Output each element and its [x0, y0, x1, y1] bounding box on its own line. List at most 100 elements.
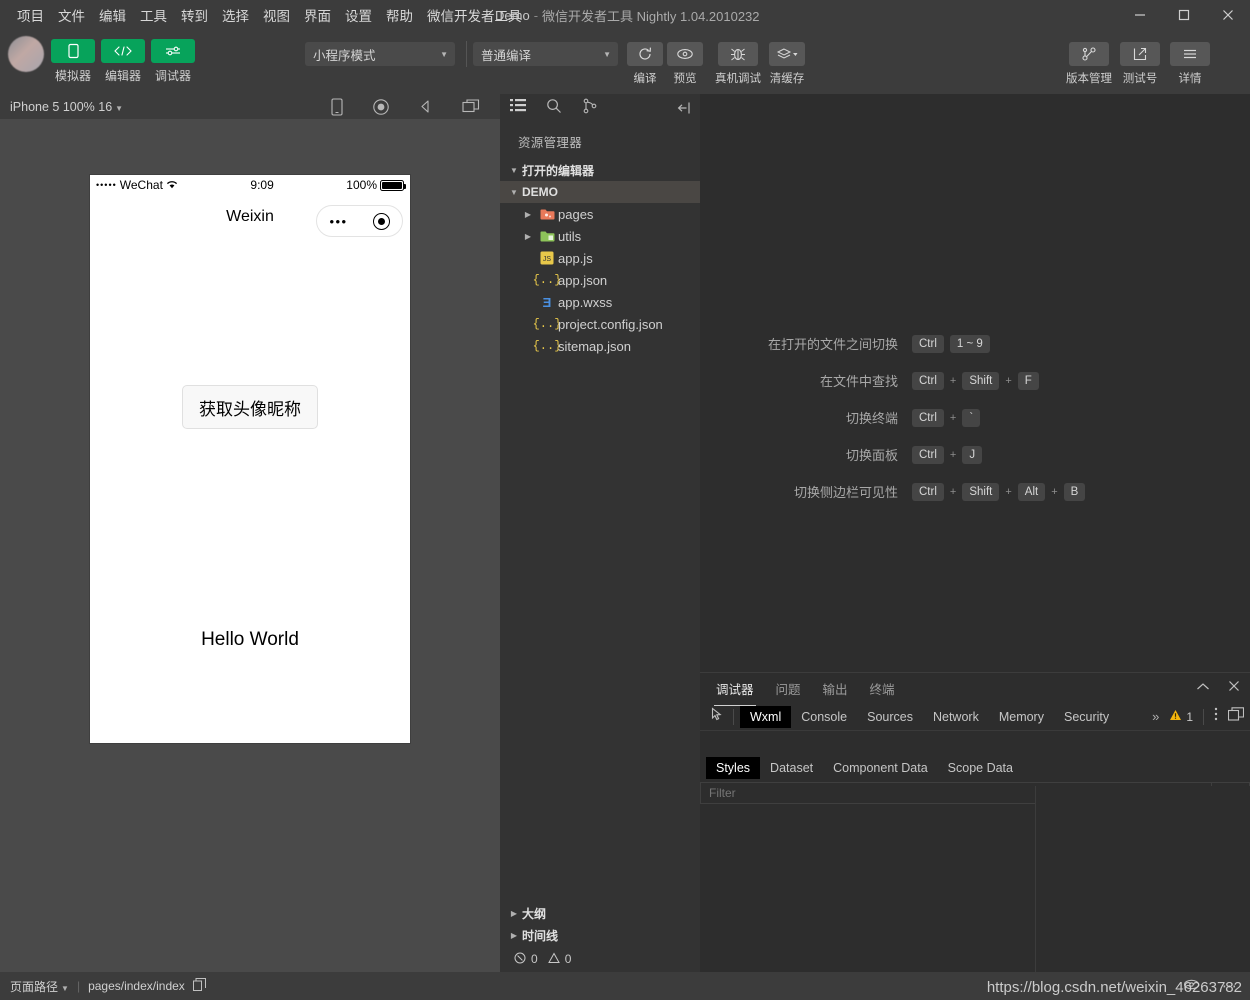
- devtools-tab-console[interactable]: Console: [791, 706, 857, 728]
- record-icon[interactable]: [372, 98, 390, 116]
- more-tabs-icon[interactable]: »: [1152, 709, 1159, 724]
- demo-label: DEMO: [522, 185, 558, 199]
- device-selector[interactable]: iPhone 5 100% 16 ▼: [10, 100, 123, 114]
- inspect-icon[interactable]: [706, 706, 733, 727]
- tree-section-open-editors[interactable]: ▼ 打开的编辑器: [500, 159, 700, 181]
- details-label: 详情: [1178, 73, 1202, 85]
- tree-item-app-wxss[interactable]: ▶ Ǝ app.wxss: [500, 291, 700, 313]
- devtools-tab-network[interactable]: Network: [923, 706, 989, 728]
- get-avatar-nickname-button[interactable]: 获取头像昵称: [182, 385, 318, 429]
- close-target-icon[interactable]: [372, 212, 390, 230]
- status-divider: |: [76, 979, 81, 993]
- kebab-menu-icon[interactable]: [1214, 707, 1218, 726]
- preview-action[interactable]: 预览: [667, 42, 703, 86]
- styles-tab-component-data[interactable]: Component Data: [823, 757, 938, 779]
- menu-item-select[interactable]: 选择: [215, 1, 256, 29]
- editor-button[interactable]: 编辑器: [98, 39, 148, 84]
- tree-item-app-js[interactable]: ▶ JS app.js: [500, 247, 700, 269]
- tree-section-outline[interactable]: ▶ 大纲: [500, 902, 700, 924]
- tree-item-pages[interactable]: ▶ pages: [500, 203, 700, 225]
- key-cap: 1 ~ 9: [949, 334, 990, 353]
- chevron-up-icon[interactable]: [1196, 679, 1210, 697]
- timeline-label: 时间线: [522, 928, 559, 943]
- folder-icon: [536, 230, 558, 243]
- page-path-selector[interactable]: 页面路径 ▼: [10, 978, 69, 995]
- devtools-tab-wxml[interactable]: Wxml: [740, 705, 792, 728]
- tab-debugger[interactable]: 调试器: [714, 673, 756, 706]
- tab-terminal[interactable]: 终端: [868, 673, 897, 704]
- copy-icon[interactable]: [192, 978, 206, 994]
- menu-bar: 项目 文件 编辑 工具 转到 选择 视图 界面 设置 帮助 微信开发者工具: [0, 1, 529, 29]
- nav-title: Weixin: [226, 208, 274, 225]
- hello-world-text: Hello World: [201, 629, 299, 650]
- watermark-url: https://blog.csdn.net/weixin_46263782: [986, 979, 1242, 996]
- maximize-button[interactable]: [1162, 0, 1206, 30]
- styles-tab-scope-data[interactable]: Scope Data: [938, 757, 1023, 779]
- volume-icon[interactable]: [418, 99, 434, 115]
- more-dots-icon: •••: [329, 213, 348, 229]
- test-account-action[interactable]: 测试号: [1120, 42, 1160, 86]
- devtools-tab-security[interactable]: Security: [1054, 706, 1119, 728]
- status-bar-left: ••••• WeChat: [96, 178, 178, 192]
- source-control-icon[interactable]: [582, 98, 598, 119]
- simulator-button[interactable]: 模拟器: [48, 39, 98, 84]
- tree-section-timeline[interactable]: ▶ 时间线: [500, 924, 700, 946]
- menu-item-project[interactable]: 项目: [10, 1, 51, 29]
- tree-section-demo[interactable]: ▼ DEMO: [500, 181, 700, 203]
- compile-action[interactable]: 编译: [627, 42, 663, 86]
- key-cap: Ctrl: [912, 408, 944, 427]
- real-device-debug-action[interactable]: 真机调试: [715, 42, 761, 86]
- phone-rotate-icon[interactable]: [330, 97, 344, 116]
- tab-output[interactable]: 输出: [821, 673, 850, 704]
- tree-item-label: app.wxss: [558, 294, 613, 310]
- tree-item-utils[interactable]: ▶ utils: [500, 225, 700, 247]
- clear-cache-action[interactable]: 清缓存: [769, 42, 805, 86]
- menu-item-settings[interactable]: 设置: [338, 1, 379, 29]
- menu-item-edit[interactable]: 编辑: [92, 1, 133, 29]
- tree-item-app-json[interactable]: ▶ {..} app.json: [500, 269, 700, 291]
- js-file-icon: JS: [536, 251, 558, 265]
- tab-problems[interactable]: 问题: [774, 673, 803, 704]
- warning-indicator[interactable]: 1: [1169, 709, 1193, 724]
- menu-item-goto[interactable]: 转到: [174, 1, 215, 29]
- user-avatar[interactable]: [8, 36, 44, 72]
- search-icon[interactable]: [546, 98, 562, 119]
- tree-item-sitemap-json[interactable]: ▶ {..} sitemap.json: [500, 335, 700, 357]
- dock-icon[interactable]: [1227, 707, 1245, 726]
- shortcut-label: 切换终端: [845, 411, 898, 426]
- warning-triangle-icon: [1169, 709, 1182, 724]
- styles-tab-styles[interactable]: Styles: [706, 757, 761, 779]
- close-button[interactable]: [1206, 0, 1250, 30]
- shortcut-keys: Ctrl 1 ~ 9: [912, 334, 990, 353]
- collapse-icon[interactable]: [676, 100, 692, 121]
- devtools-tab-memory[interactable]: Memory: [989, 706, 1054, 728]
- toolbar-divider: [466, 41, 467, 67]
- minimize-button[interactable]: [1118, 0, 1162, 30]
- device-label: iPhone 5 100% 16: [10, 99, 113, 114]
- menu-item-file[interactable]: 文件: [51, 1, 92, 29]
- tree-item-project-config-json[interactable]: ▶ {..} project.config.json: [500, 313, 700, 335]
- menu-item-tools[interactable]: 工具: [133, 1, 174, 29]
- mode-select[interactable]: 小程序模式 ▼: [305, 42, 455, 66]
- folder-icon: [536, 208, 558, 221]
- version-control-action[interactable]: 版本管理: [1066, 42, 1112, 86]
- key-cap: Ctrl: [912, 445, 944, 464]
- problems-status[interactable]: 0 0: [500, 946, 700, 972]
- window-icon[interactable]: [462, 98, 480, 115]
- menu-item-view[interactable]: 视图: [256, 1, 297, 29]
- devtools-tab-sources[interactable]: Sources: [857, 706, 923, 728]
- menu-item-interface[interactable]: 界面: [297, 1, 338, 29]
- wifi-icon: [166, 178, 178, 192]
- shortcut-label: 在打开的文件之间切换: [767, 337, 898, 352]
- chevron-right-icon: ▶: [510, 930, 518, 940]
- debugger-button[interactable]: 调试器: [148, 39, 198, 84]
- compile-label: 编译: [633, 73, 657, 85]
- files-icon[interactable]: [510, 98, 526, 118]
- capsule-menu[interactable]: •••: [316, 205, 403, 237]
- outline-label: 大纲: [522, 906, 547, 921]
- close-icon[interactable]: [1228, 679, 1240, 697]
- styles-tab-dataset[interactable]: Dataset: [760, 757, 823, 779]
- compile-select[interactable]: 普通编译 ▼: [473, 42, 618, 66]
- details-action[interactable]: 详情: [1170, 42, 1210, 86]
- menu-item-help[interactable]: 帮助: [379, 1, 420, 29]
